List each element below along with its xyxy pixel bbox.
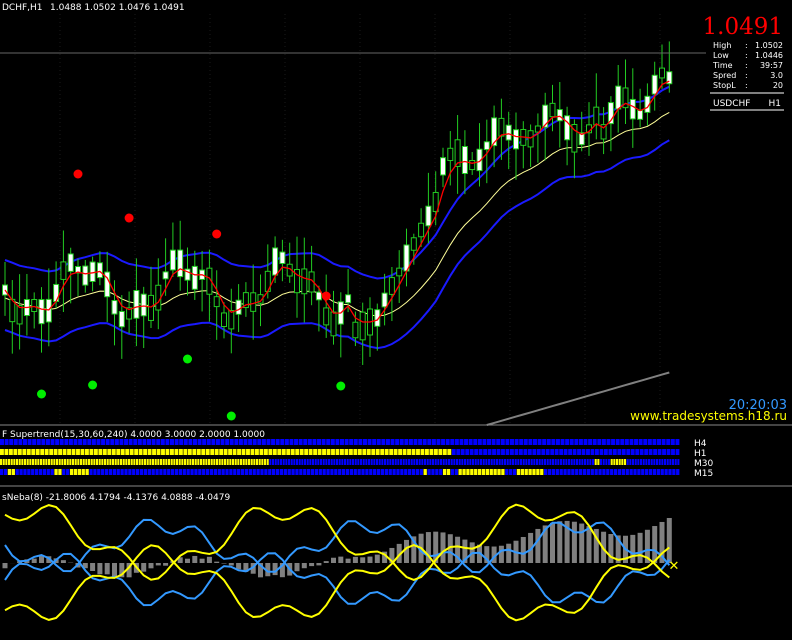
info-colon: : <box>745 41 748 50</box>
cross-marker: ✕ <box>669 559 680 574</box>
supertrend-title: F Supertrend(15,30,60,240) 4.0000 3.0000… <box>2 430 265 440</box>
price-info-panel: 1.0491 High:1.0502Low:1.0446Time:39:57Sp… <box>703 14 784 111</box>
fractal-up-marker <box>73 169 83 179</box>
info-label: Time <box>712 61 733 70</box>
fractal-down-marker <box>37 389 46 399</box>
supertrend-row-h1: H1 <box>0 449 707 459</box>
chart-header-ohlc: 1.0488 1.0502 1.0476 1.0491 <box>50 3 185 13</box>
info-colon: : <box>745 51 748 60</box>
fractal-down-marker <box>336 381 346 391</box>
panel-timeframe: H1 <box>769 99 782 109</box>
info-label: High <box>713 41 731 50</box>
info-value: 3.0 <box>770 71 783 80</box>
info-colon: : <box>745 71 748 80</box>
fractal-down-marker <box>88 380 98 390</box>
info-label: Spred <box>713 71 736 80</box>
info-label: StopL <box>713 81 736 90</box>
website-watermark: www.tradesystems.h18.ru <box>630 409 787 423</box>
panel-symbol: USDCHF <box>713 99 750 109</box>
fractal-up-marker <box>124 213 134 223</box>
chart-header-symbol: DCHF,H1 <box>2 3 43 13</box>
info-value: 20 <box>773 81 783 90</box>
info-value: 39:57 <box>760 61 783 70</box>
supertrend-row-h4: H4 <box>0 439 707 449</box>
fractal-up-marker <box>321 291 331 301</box>
supertrend-row-m30: M30 <box>0 459 713 469</box>
info-colon: : <box>745 81 748 90</box>
price-chart-area[interactable] <box>0 0 706 426</box>
supertrend-row-label: M15 <box>694 469 713 479</box>
info-value: 1.0446 <box>755 51 783 60</box>
info-colon: : <box>745 61 748 70</box>
supertrend-row-label: H1 <box>694 449 707 459</box>
info-value: 1.0502 <box>755 41 783 50</box>
oscillator-title: sNeba(8) -21.8006 4.1794 -4.1376 4.0888 … <box>2 493 230 503</box>
fractal-up-marker <box>212 229 222 239</box>
fractal-down-marker <box>226 411 236 421</box>
big-price: 1.0491 <box>703 14 783 40</box>
supertrend-panel[interactable]: F Supertrend(15,30,60,240) 4.0000 3.0000… <box>0 430 713 479</box>
supertrend-row-label: H4 <box>694 439 707 449</box>
supertrend-row-m15: M15 <box>0 469 713 479</box>
info-label: Low <box>713 51 729 60</box>
oscillator-panel[interactable]: sNeba(8) -21.8006 4.1794 -4.1376 4.0888 … <box>2 493 680 622</box>
fractal-down-marker <box>183 354 192 364</box>
supertrend-row-label: M30 <box>694 459 713 469</box>
trading-chart[interactable]: DCHF,H1 1.0488 1.0502 1.0476 1.0491 1.04… <box>0 0 792 640</box>
oscillator-lines <box>4 503 671 622</box>
